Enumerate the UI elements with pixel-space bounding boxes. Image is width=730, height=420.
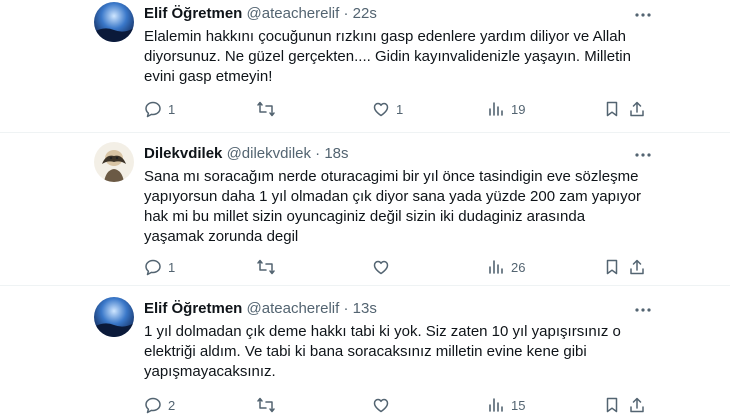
- separator: ·: [339, 300, 353, 317]
- cartoon-avatar-icon: [94, 142, 134, 182]
- heart-icon: [373, 102, 389, 117]
- views-button[interactable]: 19: [487, 99, 525, 119]
- reply-count: 2: [168, 397, 176, 413]
- separator: ·: [339, 5, 353, 22]
- share-button[interactable]: [628, 257, 646, 277]
- bookmark-icon: [606, 101, 618, 117]
- share-icon: [630, 397, 644, 413]
- retweet-icon: [257, 397, 275, 413]
- display-name[interactable]: Dilekvdilek: [144, 145, 222, 162]
- handle[interactable]: @dilekvdilek: [227, 145, 311, 162]
- blue-sky-avatar-icon: [94, 297, 134, 337]
- avatar[interactable]: [94, 142, 134, 182]
- more-options-icon[interactable]: [633, 5, 653, 25]
- separator: ·: [311, 145, 325, 162]
- handle[interactable]: @ateacherelif: [247, 5, 340, 22]
- like-button[interactable]: [372, 257, 396, 277]
- timestamp[interactable]: 13s: [353, 300, 377, 317]
- avatar[interactable]: [94, 2, 134, 42]
- views-icon: [489, 102, 503, 116]
- more-options-icon[interactable]: [633, 145, 653, 165]
- retweet-button[interactable]: [256, 99, 282, 119]
- bookmark-icon: [606, 259, 618, 275]
- avatar[interactable]: [94, 297, 134, 337]
- tweet-text: 1 yıl dolmadan çık deme hakkı tabi ki yo…: [144, 323, 621, 380]
- share-icon: [630, 259, 644, 275]
- reply-icon: [145, 259, 161, 276]
- handle[interactable]: @ateacherelif: [247, 300, 340, 317]
- reply-button[interactable]: 1: [144, 257, 175, 277]
- view-count: 15: [511, 397, 526, 413]
- bookmark-button[interactable]: [603, 99, 621, 119]
- blue-sky-avatar-icon: [94, 2, 134, 42]
- share-icon: [630, 101, 644, 117]
- timestamp[interactable]: 18s: [324, 145, 348, 162]
- like-button[interactable]: [372, 395, 396, 415]
- views-icon: [489, 260, 503, 274]
- more-options-icon[interactable]: [633, 300, 653, 320]
- tweet-text: Sana mı soracağım nerde oturacagimi bir …: [144, 168, 641, 245]
- reply-icon: [145, 101, 161, 118]
- view-count: 19: [511, 101, 526, 117]
- share-button[interactable]: [628, 99, 646, 119]
- timestamp[interactable]: 22s: [353, 5, 377, 22]
- heart-icon: [373, 260, 389, 275]
- bookmark-button[interactable]: [603, 257, 621, 277]
- reply-button[interactable]: 2: [144, 395, 175, 415]
- retweet-icon: [257, 101, 275, 117]
- retweet-button[interactable]: [256, 257, 282, 277]
- action-bar: 2 15: [144, 395, 644, 415]
- retweet-button[interactable]: [256, 395, 282, 415]
- bookmark-icon: [606, 397, 618, 413]
- views-button[interactable]: 15: [487, 395, 525, 415]
- share-button[interactable]: [628, 395, 646, 415]
- action-bar: 1 1 19: [144, 99, 644, 119]
- retweet-icon: [257, 259, 275, 275]
- tweet[interactable]: Elif Öğretmen @ateacherelif · 22s Elalem…: [0, 0, 730, 133]
- display-name[interactable]: Elif Öğretmen: [144, 5, 242, 22]
- like-count: 1: [396, 101, 404, 117]
- display-name[interactable]: Elif Öğretmen: [144, 300, 242, 317]
- tweet[interactable]: Dilekvdilek @dilekvdilek · 18s Sana mı s…: [0, 133, 730, 286]
- bookmark-button[interactable]: [603, 395, 621, 415]
- heart-icon: [373, 398, 389, 413]
- reply-button[interactable]: 1: [144, 99, 175, 119]
- reply-count: 1: [168, 259, 176, 275]
- tweet[interactable]: Elif Öğretmen @ateacherelif · 13s 1 yıl …: [0, 286, 730, 420]
- action-bar: 1 26: [144, 257, 644, 277]
- view-count: 26: [511, 259, 526, 275]
- views-icon: [489, 398, 503, 412]
- reply-icon: [145, 397, 161, 414]
- tweet-text: Elalemin hakkını çocuğunun rızkını gasp …: [144, 28, 631, 85]
- views-button[interactable]: 26: [487, 257, 525, 277]
- reply-count: 1: [168, 101, 176, 117]
- like-button[interactable]: 1: [372, 99, 403, 119]
